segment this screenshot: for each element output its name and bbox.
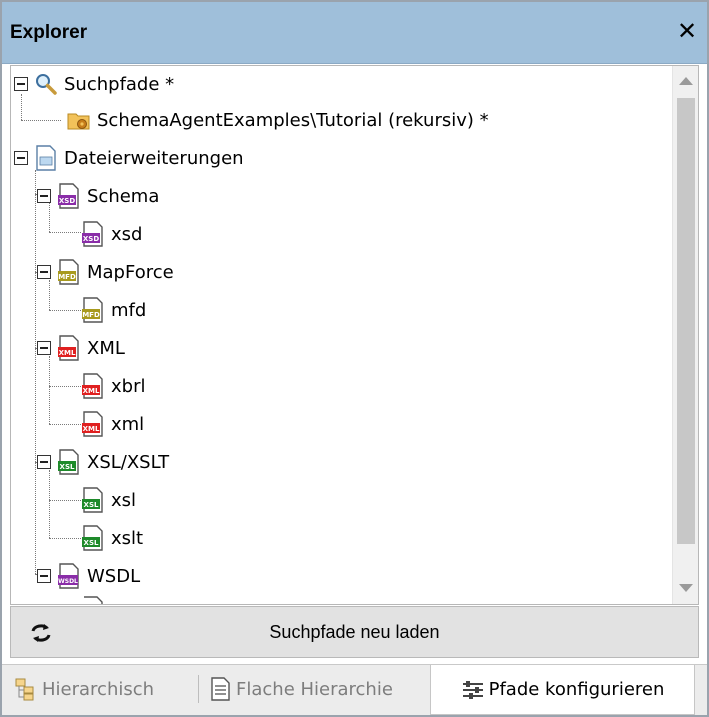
tab-bar: Hierarchisch Flache Hierarchie Pfade kon… bbox=[2, 664, 707, 715]
tree-item-label: XSL/XSLT bbox=[87, 451, 170, 473]
scroll-thumb[interactable] bbox=[677, 98, 695, 544]
tree-item-label: SchemaAgentExamples\Tutorial (rekursiv) … bbox=[97, 109, 489, 131]
tree-item-xml[interactable]: XML xml bbox=[81, 406, 144, 442]
tab-hierarchisch[interactable]: Hierarchisch bbox=[14, 665, 154, 713]
tree-item-label: xml bbox=[111, 413, 145, 435]
tree-item-xsd[interactable]: XSD xsd bbox=[81, 216, 142, 252]
svg-text:XSL: XSL bbox=[60, 463, 75, 471]
xml-file-icon: XML bbox=[82, 373, 103, 399]
tab-label: Hierarchisch bbox=[42, 678, 155, 700]
tree-item-label: MapForce bbox=[87, 261, 174, 283]
tree-item-label: WSDL bbox=[87, 565, 141, 587]
tree-item-search-folder[interactable]: SchemaAgentExamples\Tutorial (rekursiv) … bbox=[67, 102, 489, 138]
folder-icon bbox=[67, 113, 90, 130]
tree-item-label: xslt bbox=[111, 527, 144, 549]
svg-text:MFD: MFD bbox=[82, 311, 100, 319]
file-group-icon bbox=[36, 145, 56, 171]
tree-item-label: xsl bbox=[111, 489, 137, 511]
tree-item-label: mfd bbox=[111, 299, 147, 321]
mfd-file-icon: MFD bbox=[58, 259, 79, 285]
xsd-file-icon: XSD bbox=[82, 221, 103, 247]
svg-text:XML: XML bbox=[83, 425, 100, 433]
tree-item-wsdl[interactable]: WSDL WSDL bbox=[37, 558, 140, 594]
tree-connector bbox=[49, 232, 81, 233]
svg-text:XSL: XSL bbox=[84, 539, 99, 547]
settings-sliders-icon bbox=[462, 680, 483, 699]
search-icon bbox=[36, 74, 57, 95]
collapse-toggle[interactable] bbox=[14, 77, 28, 91]
collapse-toggle[interactable] bbox=[37, 265, 51, 279]
xml-file-icon: XML bbox=[58, 335, 79, 361]
tree-item-dateierweiterungen[interactable]: Dateierweiterungen bbox=[14, 140, 244, 176]
tree-connector bbox=[49, 356, 50, 424]
reload-search-paths-button[interactable]: Suchpfade neu laden bbox=[10, 606, 699, 658]
svg-text:XML: XML bbox=[83, 387, 100, 395]
tree-connector bbox=[35, 170, 36, 574]
svg-text:XSD: XSD bbox=[83, 235, 99, 243]
xsl-file-icon: XSL bbox=[58, 449, 79, 475]
tab-separator bbox=[198, 675, 199, 703]
panel-title: Explorer bbox=[10, 22, 88, 43]
tree-connector bbox=[49, 470, 50, 538]
tree-item-label: xbrl bbox=[111, 375, 146, 397]
tree-item-mapforce[interactable]: MFD MapForce bbox=[37, 254, 174, 290]
xsl-file-icon: XSL bbox=[82, 487, 103, 513]
tree-connector bbox=[49, 386, 81, 387]
file-icon bbox=[84, 596, 103, 604]
hierarchy-icon bbox=[15, 678, 34, 701]
mfd-file-icon: MFD bbox=[82, 297, 103, 323]
close-icon: ✕ bbox=[676, 17, 698, 45]
tree-item-label: Suchpfade * bbox=[64, 73, 175, 95]
tree-connector bbox=[49, 500, 81, 501]
svg-text:XSL: XSL bbox=[84, 501, 99, 509]
xml-file-icon: XML bbox=[82, 411, 103, 437]
tree-connector bbox=[49, 424, 81, 425]
tree-connector bbox=[49, 538, 81, 539]
collapse-toggle[interactable] bbox=[14, 151, 28, 165]
collapse-toggle[interactable] bbox=[37, 569, 51, 583]
title-bar: Explorer ✕ bbox=[2, 2, 707, 64]
tree-item-xslt[interactable]: XSL xslt bbox=[81, 520, 143, 556]
tree-item-label: Schema bbox=[87, 185, 160, 207]
tab-pfade-konfigurieren[interactable]: Pfade konfigurieren bbox=[430, 665, 695, 715]
collapse-toggle[interactable] bbox=[37, 189, 51, 203]
collapse-toggle[interactable] bbox=[37, 455, 51, 469]
tree-item-xsl-group[interactable]: XSL XSL/XSLT bbox=[37, 444, 169, 480]
tab-label: Flache Hierarchie bbox=[236, 678, 393, 700]
tree-item-xbrl[interactable]: XML xbrl bbox=[81, 368, 145, 404]
tab-label: Pfade konfigurieren bbox=[488, 679, 665, 700]
tree-connector bbox=[21, 120, 61, 121]
xsd-file-icon: XSD bbox=[58, 183, 79, 209]
tree-item-schema[interactable]: XSD Schema bbox=[37, 178, 159, 214]
collapse-toggle[interactable] bbox=[37, 341, 51, 355]
tree-item-label: Dateierweiterungen bbox=[64, 147, 244, 169]
tree-content: Suchpfade * SchemaAgentExamples\Tutorial… bbox=[11, 66, 671, 604]
tab-flache-hierarchie[interactable]: Flache Hierarchie bbox=[208, 665, 393, 713]
tree-item-label: xsd bbox=[111, 223, 143, 245]
tree-item-suchpfade[interactable]: Suchpfade * bbox=[14, 66, 174, 102]
wsdl-file-icon: WSDL bbox=[58, 563, 79, 589]
tree-connector bbox=[49, 310, 81, 311]
svg-text:WSDL: WSDL bbox=[58, 578, 78, 585]
xsl-file-icon: XSL bbox=[82, 525, 103, 551]
vertical-scrollbar[interactable] bbox=[672, 66, 698, 604]
svg-text:XSD: XSD bbox=[59, 197, 75, 205]
tree-item-mfd[interactable]: MFD mfd bbox=[81, 292, 146, 328]
explorer-panel: Explorer ✕ Suchpfade * SchemaAgentExampl… bbox=[0, 0, 709, 717]
reload-button-label: Suchpfade neu laden bbox=[269, 622, 440, 642]
tree-item-xml-group[interactable]: XML XML bbox=[37, 330, 125, 366]
scroll-down-arrow-icon[interactable] bbox=[673, 574, 698, 602]
close-button[interactable]: ✕ bbox=[673, 16, 701, 46]
tree-item-label: XML bbox=[87, 337, 125, 359]
svg-text:XML: XML bbox=[59, 349, 76, 357]
document-icon bbox=[211, 677, 230, 701]
scroll-up-arrow-icon[interactable] bbox=[673, 68, 698, 96]
tree-view[interactable]: Suchpfade * SchemaAgentExamples\Tutorial… bbox=[10, 65, 699, 605]
svg-text:MFD: MFD bbox=[58, 273, 76, 281]
tree-item-xsl[interactable]: XSL xsl bbox=[81, 482, 136, 518]
